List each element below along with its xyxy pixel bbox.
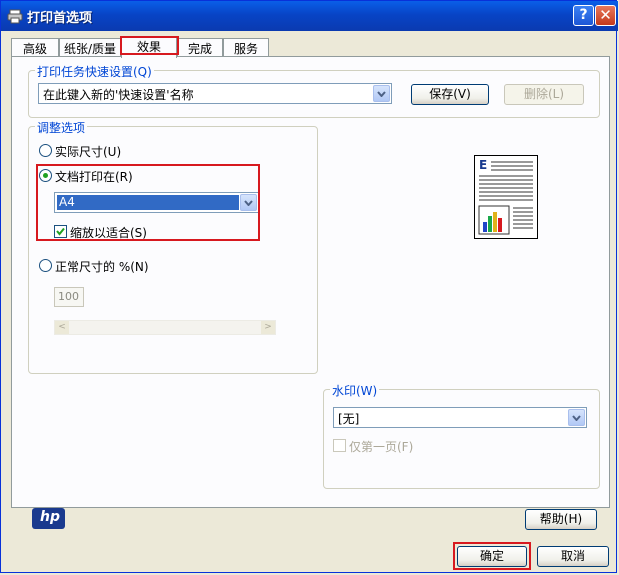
title-bar[interactable]: 打印首选项 ? ✕ [1, 1, 618, 31]
delete-button[interactable]: 删除(L) [504, 84, 584, 105]
actual-size-radio[interactable] [39, 144, 52, 157]
cancel-button[interactable]: 取消 [537, 546, 609, 567]
slider-right-icon[interactable]: > [261, 321, 275, 334]
close-button[interactable]: ✕ [595, 5, 616, 26]
chevron-down-icon[interactable] [568, 409, 585, 426]
first-page-label: 仅第一页(F) [349, 440, 414, 454]
scale-fit-checkbox[interactable] [54, 225, 67, 238]
actual-size-label: 实际尺寸(U) [55, 145, 122, 159]
percent-slider[interactable]: < > [54, 320, 276, 335]
tab-finishing[interactable]: 完成 [177, 38, 223, 57]
scale-fit-label: 缩放以适合(S) [70, 226, 147, 240]
print-on-radio[interactable] [39, 169, 52, 182]
effects-panel: 打印任务快速设置(Q) 在此键入新的'快速设置'名称 保存(V) 删除(L) 调… [11, 56, 610, 530]
print-preferences-window: 打印首选项 ? ✕ 高级 纸张/质量 效果 完成 服务 打印任务快速设置(Q) … [0, 0, 618, 573]
document-preview-icon [478, 161, 533, 235]
selection-highlight [57, 195, 239, 210]
print-on-label: 文档打印在(R) [55, 170, 133, 184]
paper-size-combo[interactable]: A4 [54, 192, 259, 213]
paper-size-value: A4 [59, 195, 75, 209]
quick-settings-combo[interactable]: 在此键入新的'快速设置'名称 [38, 83, 392, 104]
normal-percent-label: 正常尺寸的 %(N) [55, 260, 149, 274]
hp-logo-text: hp [40, 509, 60, 525]
ok-button[interactable]: 确定 [457, 546, 527, 567]
page-preview: E [474, 155, 538, 239]
watermark-combo[interactable]: [无] [333, 407, 587, 428]
slider-left-icon[interactable]: < [55, 321, 69, 334]
chevron-down-icon[interactable] [373, 85, 390, 102]
help-button[interactable]: 帮助(H) [525, 509, 597, 530]
adjust-options-group: 调整选项 实际尺寸(U) 文档打印在(R) A4 缩放以适合(S) 正常尺寸的 … [28, 119, 318, 374]
normal-percent-radio[interactable] [39, 259, 52, 272]
save-button[interactable]: 保存(V) [411, 84, 489, 105]
watermark-label: 水印(W) [330, 382, 380, 399]
tab-paper-quality[interactable]: 纸张/质量 [59, 38, 121, 57]
tab-effects[interactable]: 效果 [121, 36, 177, 58]
quick-settings-label: 打印任务快速设置(Q) [35, 63, 154, 80]
tab-advanced[interactable]: 高级 [11, 38, 59, 57]
adjust-options-label: 调整选项 [35, 119, 88, 136]
help-title-button[interactable]: ? [573, 5, 594, 26]
radio-selected-dot [43, 173, 48, 178]
first-page-checkbox[interactable] [333, 439, 346, 452]
watermark-group: 水印(W) [无] 仅第一页(F) [323, 382, 600, 489]
quick-settings-value: 在此键入新的'快速设置'名称 [43, 88, 194, 102]
watermark-value: [无] [338, 412, 360, 426]
printer-icon [7, 9, 23, 24]
chevron-down-icon[interactable] [240, 194, 257, 211]
checkmark-icon [56, 227, 65, 236]
quick-settings-group: 打印任务快速设置(Q) 在此键入新的'快速设置'名称 保存(V) 删除(L) [28, 63, 600, 118]
window-title: 打印首选项 [27, 11, 93, 26]
percent-input[interactable]: 100 [54, 287, 84, 307]
tab-services[interactable]: 服务 [223, 38, 269, 57]
hp-logo: hp [32, 508, 65, 529]
